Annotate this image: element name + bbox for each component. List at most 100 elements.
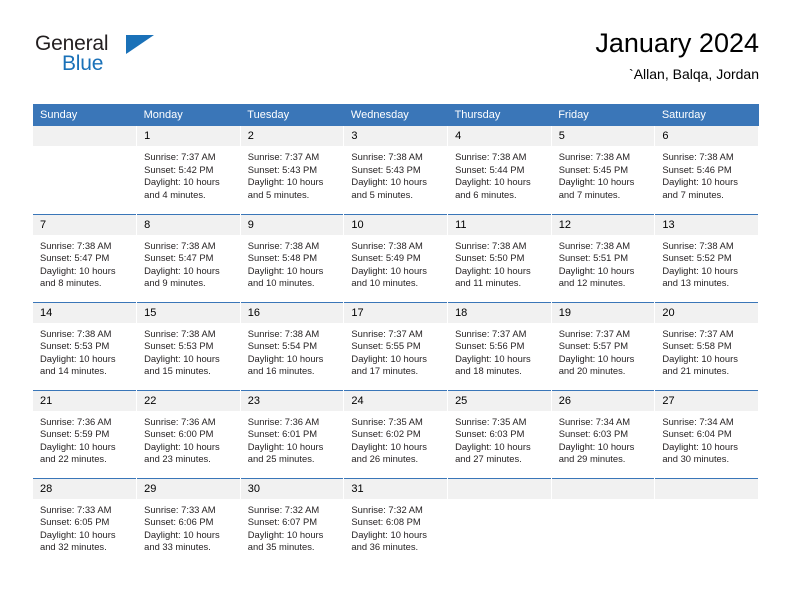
- calendar-day-cell[interactable]: 18 Sunrise: 7:37 AM Sunset: 5:56 PM Dayligh…: [447, 301, 552, 390]
- calendar-day-cell[interactable]: 15 Sunrise: 7:38 AM Sunset: 5:53 PM Dayligh…: [136, 301, 241, 390]
- sunrise-text: Sunrise: 7:38 AM: [455, 239, 527, 251]
- day-number: [448, 478, 551, 499]
- sunrise-text: Sunrise: 7:38 AM: [351, 239, 423, 251]
- daylight-text-cont: and 5 minutes.: [351, 188, 413, 200]
- daylight-text-cont: and 12 minutes.: [558, 277, 626, 289]
- sunrise-text: Sunrise: 7:35 AM: [351, 415, 423, 427]
- daylight-text: Daylight: 10 hours: [455, 264, 531, 276]
- daylight-text-cont: and 5 minutes.: [247, 188, 310, 200]
- day-details: Sunrise: 7:35 AM Sunset: 6:02 PM Daylight:…: [344, 411, 447, 466]
- daylight-text: Daylight: 10 hours: [351, 264, 427, 276]
- calendar-day-cell[interactable]: 26 Sunrise: 7:34 AM Sunset: 6:03 PM Dayligh…: [551, 389, 656, 478]
- daylight-text-cont: and 10 minutes.: [247, 277, 315, 289]
- calendar-day-cell[interactable]: 19 Sunrise: 7:37 AM Sunset: 5:57 PM Dayligh…: [551, 301, 656, 390]
- daylight-text: Daylight: 10 hours: [247, 440, 324, 452]
- daylight-text: Daylight: 10 hours: [144, 176, 220, 188]
- calendar-day-cell[interactable]: 21 Sunrise: 7:36 AM Sunset: 5:59 PM Dayligh…: [33, 389, 138, 478]
- sunset-text: Sunset: 5:43 PM: [351, 163, 421, 175]
- weekday-header-saturday: Saturday: [654, 104, 759, 126]
- calendar-day-cell[interactable]: 7 Sunrise: 7:38 AM Sunset: 5:47 PM Daylight…: [33, 213, 138, 302]
- sunrise-text: Sunrise: 7:38 AM: [662, 239, 734, 251]
- calendar-day-cell[interactable]: 12 Sunrise: 7:38 AM Sunset: 5:51 PM Dayligh…: [551, 213, 656, 302]
- calendar-day-cell[interactable]: 16 Sunrise: 7:38 AM Sunset: 5:54 PM Dayligh…: [240, 301, 345, 390]
- day-details: Sunrise: 7:38 AM Sunset: 5:51 PM Daylight:…: [552, 235, 655, 290]
- sunset-text: Sunset: 6:07 PM: [247, 516, 318, 528]
- weekday-header-friday: Friday: [551, 104, 655, 126]
- daylight-text: Daylight: 10 hours: [40, 264, 116, 276]
- calendar-day-cell[interactable]: 31 Sunrise: 7:32 AM Sunset: 6:08 PM Dayligh…: [343, 477, 449, 566]
- day-number: 3: [344, 126, 448, 146]
- sunset-text: Sunset: 6:03 PM: [558, 428, 629, 440]
- day-details: Sunrise: 7:34 AM Sunset: 6:04 PM Daylight:…: [655, 411, 758, 466]
- calendar-day-cell[interactable]: 28 Sunrise: 7:33 AM Sunset: 6:05 PM Dayligh…: [33, 477, 138, 566]
- day-details: Sunrise: 7:35 AM Sunset: 6:03 PM Daylight:…: [448, 411, 551, 466]
- calendar-day-cell[interactable]: 29 Sunrise: 7:33 AM Sunset: 6:06 PM Dayligh…: [136, 477, 241, 566]
- day-details: Sunrise: 7:38 AM Sunset: 5:44 PM Daylight:…: [448, 146, 551, 201]
- weekday-header-tuesday: Tuesday: [240, 104, 344, 126]
- weekday-header-monday: Monday: [136, 104, 241, 126]
- calendar-day-cell[interactable]: 30 Sunrise: 7:32 AM Sunset: 6:07 PM Dayligh…: [240, 477, 345, 566]
- calendar-day-cell[interactable]: 25 Sunrise: 7:35 AM Sunset: 6:03 PM Dayligh…: [447, 389, 552, 478]
- daylight-text-cont: and 4 minutes.: [144, 188, 206, 200]
- sunrise-text: Sunrise: 7:38 AM: [247, 327, 320, 339]
- calendar-day-cell[interactable]: 17 Sunrise: 7:37 AM Sunset: 5:55 PM Dayligh…: [343, 301, 449, 390]
- logo-triangle-icon: [126, 35, 154, 54]
- sunrise-text: Sunrise: 7:37 AM: [558, 327, 631, 339]
- calendar-day-cell[interactable]: 14 Sunrise: 7:38 AM Sunset: 5:53 PM Dayligh…: [33, 301, 138, 390]
- calendar-day-cell[interactable]: 27 Sunrise: 7:34 AM Sunset: 6:04 PM Dayligh…: [654, 389, 759, 478]
- calendar-day-cell[interactable]: 10 Sunrise: 7:38 AM Sunset: 5:49 PM Dayligh…: [343, 213, 449, 302]
- calendar-day-cell[interactable]: 22 Sunrise: 7:36 AM Sunset: 6:00 PM Dayligh…: [136, 389, 241, 478]
- calendar-day-cell[interactable]: 13 Sunrise: 7:38 AM Sunset: 5:52 PM Dayligh…: [654, 213, 759, 302]
- calendar-day-cell[interactable]: 20 Sunrise: 7:37 AM Sunset: 5:58 PM Dayligh…: [654, 301, 759, 390]
- day-details: Sunrise: 7:38 AM Sunset: 5:45 PM Daylight:…: [552, 146, 655, 201]
- calendar-day-cell[interactable]: 11 Sunrise: 7:38 AM Sunset: 5:50 PM Dayligh…: [447, 213, 552, 302]
- weekday-header-thursday: Thursday: [447, 104, 552, 126]
- calendar-day-cell[interactable]: 23 Sunrise: 7:36 AM Sunset: 6:01 PM Dayligh…: [240, 389, 345, 478]
- calendar-day-cell[interactable]: 5 Sunrise: 7:38 AM Sunset: 5:45 PM Daylight…: [551, 126, 656, 214]
- sunrise-text: Sunrise: 7:38 AM: [662, 151, 734, 162]
- calendar-day-cell[interactable]: 6 Sunrise: 7:38 AM Sunset: 5:46 PM Daylight…: [654, 126, 759, 214]
- day-details: Sunrise: 7:38 AM Sunset: 5:49 PM Daylight:…: [344, 235, 447, 290]
- sunset-text: Sunset: 5:51 PM: [558, 252, 629, 264]
- sunset-text: Sunset: 5:52 PM: [662, 252, 732, 264]
- day-details: Sunrise: 7:37 AM Sunset: 5:57 PM Daylight:…: [552, 323, 655, 378]
- daylight-text: Daylight: 10 hours: [662, 352, 738, 364]
- day-details: Sunrise: 7:38 AM Sunset: 5:53 PM Daylight:…: [33, 323, 136, 378]
- sunset-text: Sunset: 5:42 PM: [144, 163, 214, 175]
- day-details: Sunrise: 7:36 AM Sunset: 5:59 PM Daylight:…: [33, 411, 136, 466]
- calendar-day-cell[interactable]: 2 Sunrise: 7:37 AM Sunset: 5:43 PM Daylight…: [240, 126, 345, 214]
- calendar-day-cell[interactable]: 1 Sunrise: 7:37 AM Sunset: 5:42 PM Daylight…: [136, 126, 241, 214]
- daylight-text-cont: and 17 minutes.: [351, 365, 419, 377]
- daylight-text-cont: and 21 minutes.: [662, 365, 730, 377]
- calendar-day-cell[interactable]: 4 Sunrise: 7:38 AM Sunset: 5:44 PM Daylight…: [447, 126, 552, 214]
- sunrise-text: Sunrise: 7:37 AM: [144, 151, 216, 162]
- daylight-text-cont: and 35 minutes.: [247, 541, 315, 553]
- day-number: 25: [448, 390, 551, 411]
- day-details: Sunrise: 7:38 AM Sunset: 5:53 PM Daylight:…: [137, 323, 240, 378]
- page-title: January 2024: [595, 28, 759, 58]
- sunrise-text: Sunrise: 7:37 AM: [455, 327, 527, 339]
- day-number: 14: [33, 302, 137, 323]
- day-number: [33, 126, 137, 146]
- daylight-text-cont: and 29 minutes.: [558, 453, 626, 465]
- daylight-text: Daylight: 10 hours: [455, 352, 531, 364]
- sunset-text: Sunset: 6:01 PM: [247, 428, 318, 440]
- sunset-text: Sunset: 5:53 PM: [144, 340, 214, 352]
- weekday-header-wednesday: Wednesday: [343, 104, 448, 126]
- daylight-text-cont: and 36 minutes.: [351, 541, 419, 553]
- sunset-text: Sunset: 6:05 PM: [40, 516, 110, 528]
- day-details: Sunrise: 7:33 AM Sunset: 6:06 PM Daylight:…: [137, 499, 240, 554]
- sunrise-text: Sunrise: 7:38 AM: [40, 239, 112, 251]
- daylight-text-cont: and 27 minutes.: [455, 453, 522, 465]
- day-details: Sunrise: 7:37 AM Sunset: 5:58 PM Daylight:…: [655, 323, 758, 378]
- calendar-day-cell[interactable]: 9 Sunrise: 7:38 AM Sunset: 5:48 PM Daylight…: [240, 213, 345, 302]
- day-details: Sunrise: 7:37 AM Sunset: 5:56 PM Daylight:…: [448, 323, 551, 378]
- day-details: Sunrise: 7:38 AM Sunset: 5:48 PM Daylight:…: [241, 235, 344, 290]
- calendar-day-cell[interactable]: 8 Sunrise: 7:38 AM Sunset: 5:47 PM Daylight…: [136, 213, 241, 302]
- daylight-text: Daylight: 10 hours: [247, 352, 324, 364]
- calendar-day-cell[interactable]: 24 Sunrise: 7:35 AM Sunset: 6:02 PM Dayligh…: [343, 389, 449, 478]
- daylight-text: Daylight: 10 hours: [558, 440, 635, 452]
- day-number: 16: [240, 302, 344, 323]
- calendar-day-cell[interactable]: 3 Sunrise: 7:38 AM Sunset: 5:43 PM Daylight…: [343, 126, 449, 214]
- calendar-week-row: 28 Sunrise: 7:33 AM Sunset: 6:05 PM Dayligh…: [33, 477, 759, 566]
